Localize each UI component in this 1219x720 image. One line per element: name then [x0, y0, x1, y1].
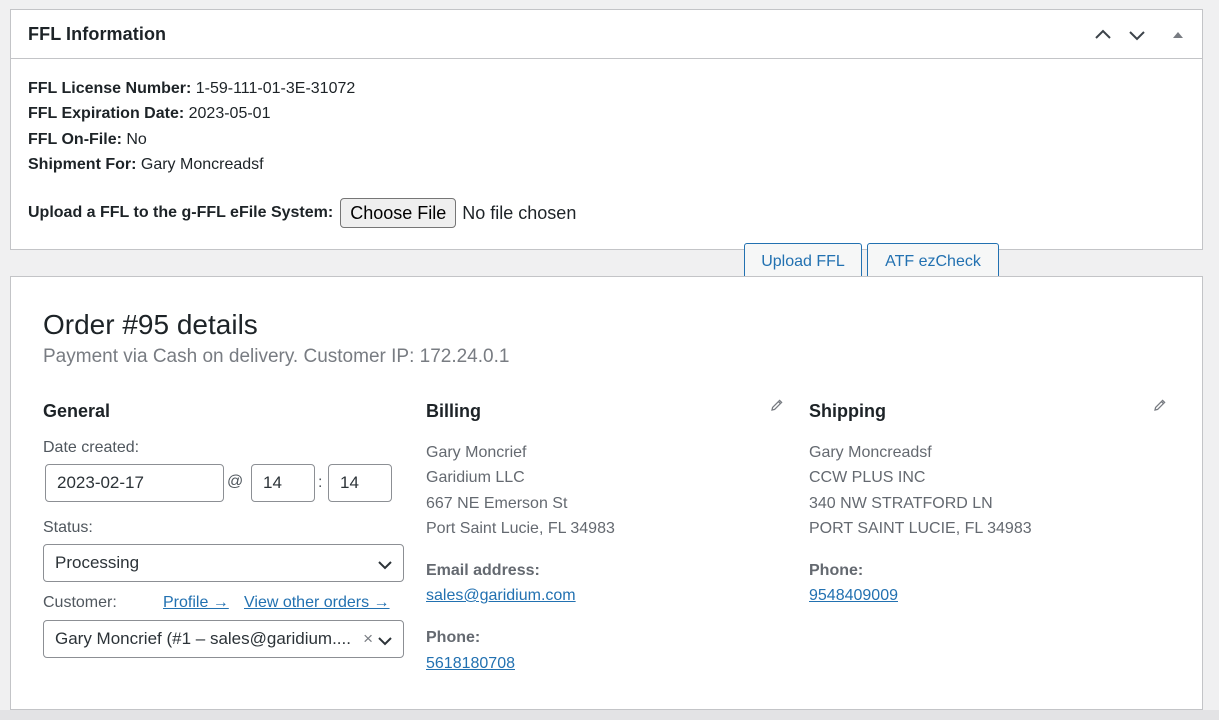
ffl-license-value: 1-59-111-01-3E-31072 [191, 80, 356, 97]
shipping-phone-link[interactable]: 9548409009 [809, 587, 898, 605]
ffl-panel-header: FFL Information [11, 10, 1202, 59]
chevron-down-icon [377, 633, 393, 653]
billing-name: Gary Moncrief [426, 444, 527, 461]
ffl-onfile-value: No [121, 131, 147, 148]
shipping-city: PORT SAINT LUCIE, FL 34983 [809, 519, 1032, 537]
customer-select[interactable]: Gary Moncrief (#1 – sales@garidium.... × [43, 620, 404, 658]
billing-phone-label: Phone: [426, 629, 481, 646]
ffl-upload-label: Upload a FFL to the g-FFL eFile System: [28, 204, 334, 221]
shipping-name: Gary Moncreadsf [809, 444, 932, 461]
ffl-shipment-line: Shipment For: Gary Moncreadsf [28, 155, 264, 175]
date-created-label: Date created: [43, 439, 140, 456]
ffl-panel-title: FFL Information [28, 24, 167, 44]
billing-company: Garidium LLC [426, 469, 525, 487]
choose-file-button[interactable]: Choose File [340, 198, 457, 228]
at-separator: @ [227, 473, 244, 490]
billing-email-link[interactable]: sales@garidium.com [426, 587, 576, 605]
order-title: Order #95 details [43, 309, 258, 340]
customer-label: Customer: [43, 594, 117, 611]
ffl-information-panel: FFL Information FFL License Number: 1-59… [10, 9, 1203, 281]
order-subtitle: Payment via Cash on delivery. Customer I… [43, 346, 510, 367]
ffl-shipment-label: Shipment For: [28, 156, 137, 173]
view-other-orders-link[interactable]: View other orders → [244, 594, 390, 612]
pencil-icon[interactable] [770, 398, 784, 417]
status-label: Status: [43, 519, 93, 536]
pencil-icon[interactable] [1153, 398, 1167, 417]
chevron-down-icon[interactable] [1127, 25, 1147, 45]
chevron-down-icon [377, 557, 393, 577]
ffl-license-label: FFL License Number: [28, 80, 192, 97]
shipping-address: Gary Moncreadsf CCW PLUS INC 340 NW STRA… [809, 440, 1032, 541]
general-heading: General [43, 401, 111, 421]
ffl-expiration-label: FFL Expiration Date: [28, 105, 185, 122]
billing-city: Port Saint Lucie, FL 34983 [426, 519, 615, 537]
triangle-up-icon[interactable] [1168, 25, 1188, 45]
date-created-input[interactable]: 2023-02-17 [45, 464, 224, 502]
ffl-shipment-value: Gary Moncreadsf [136, 156, 264, 173]
billing-email-label: Email address: [426, 562, 540, 579]
page-background-strip [0, 710, 1219, 720]
chevron-up-icon[interactable] [1093, 25, 1113, 45]
billing-heading: Billing [426, 401, 481, 421]
ffl-onfile-line: FFL On-File: No [28, 130, 147, 150]
clear-customer-icon[interactable]: × [363, 629, 373, 649]
status-select[interactable]: Processing [43, 544, 404, 582]
order-details-panel: Order #95 details Payment via Cash on de… [10, 276, 1203, 710]
time-colon: : [318, 474, 323, 491]
status-selected-value: Processing [55, 553, 140, 572]
billing-phone-link[interactable]: 5618180708 [426, 655, 515, 673]
shipping-heading: Shipping [809, 401, 886, 421]
minute-input[interactable]: 14 [328, 464, 392, 502]
billing-address: Gary Moncrief Garidium LLC 667 NE Emerso… [426, 440, 615, 541]
ffl-expiration-line: FFL Expiration Date: 2023-05-01 [28, 104, 270, 124]
shipping-street: 340 NW STRATFORD LN [809, 494, 993, 512]
shipping-company: CCW PLUS INC [809, 469, 926, 487]
billing-street: 667 NE Emerson St [426, 494, 568, 512]
customer-profile-link[interactable]: Profile → [163, 594, 229, 612]
ffl-expiration-value: 2023-05-01 [184, 105, 271, 122]
ffl-license-line: FFL License Number: 1-59-111-01-3E-31072 [28, 79, 355, 99]
shipping-phone-label: Phone: [809, 562, 864, 579]
file-status-text: No file chosen [462, 202, 577, 223]
customer-selected-value: Gary Moncrief (#1 – sales@garidium.... [55, 629, 351, 648]
hour-input[interactable]: 14 [251, 464, 315, 502]
ffl-upload-row: Upload a FFL to the g-FFL eFile System: … [28, 196, 576, 230]
ffl-onfile-label: FFL On-File: [28, 131, 122, 148]
